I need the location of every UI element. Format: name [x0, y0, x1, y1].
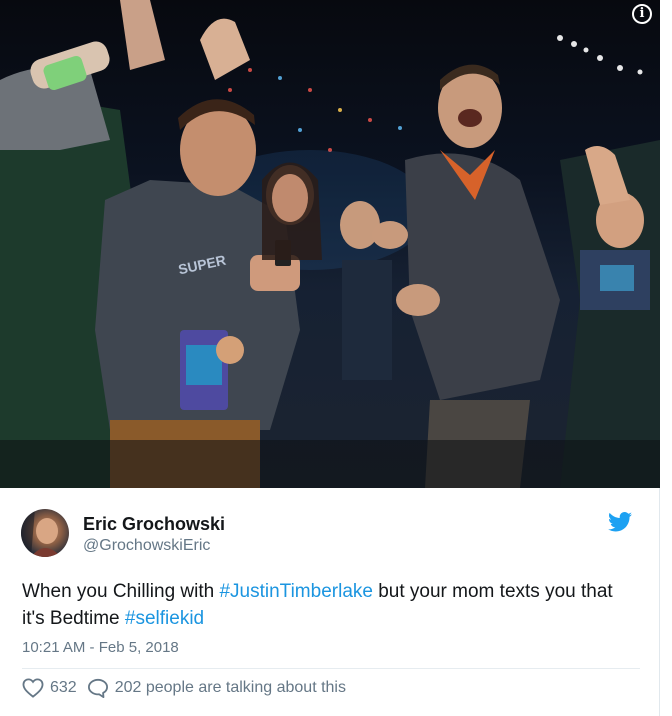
author-handle[interactable]: @GrochowskiEric	[83, 537, 210, 555]
heart-icon	[22, 678, 44, 698]
tweet-embed-card: SUPER i Eric Grochowski @GrochowskiEric …	[0, 0, 660, 716]
like-button[interactable]: 632	[22, 678, 77, 698]
concert-crowd-illustration: SUPER	[0, 0, 660, 488]
reply-bubble-icon	[87, 678, 108, 698]
author-name[interactable]: Eric Grochowski	[83, 514, 225, 535]
hashtag-link[interactable]: #selfiekid	[125, 608, 204, 629]
tweet-timestamp[interactable]: 10:21 AM - Feb 5, 2018	[22, 639, 179, 656]
reply-button[interactable]: 202 people are talking about this	[87, 678, 346, 698]
avatar-image	[21, 509, 61, 557]
tweet-text-part: When you Chilling with	[22, 581, 220, 602]
hashtag-link[interactable]: #JustinTimberlake	[219, 581, 372, 602]
reply-count-text: 202 people are talking about this	[114, 679, 346, 696]
tweet-photo[interactable]: SUPER i	[0, 0, 660, 488]
tweet-actions: 632 202 people are talking about this	[22, 676, 346, 700]
info-icon[interactable]: i	[632, 4, 652, 24]
twitter-bird-icon[interactable]	[608, 512, 632, 532]
like-count: 632	[50, 679, 77, 696]
divider	[22, 668, 640, 669]
avatar[interactable]	[21, 509, 69, 557]
tweet-text: When you Chilling with #JustinTimberlake…	[22, 578, 622, 632]
